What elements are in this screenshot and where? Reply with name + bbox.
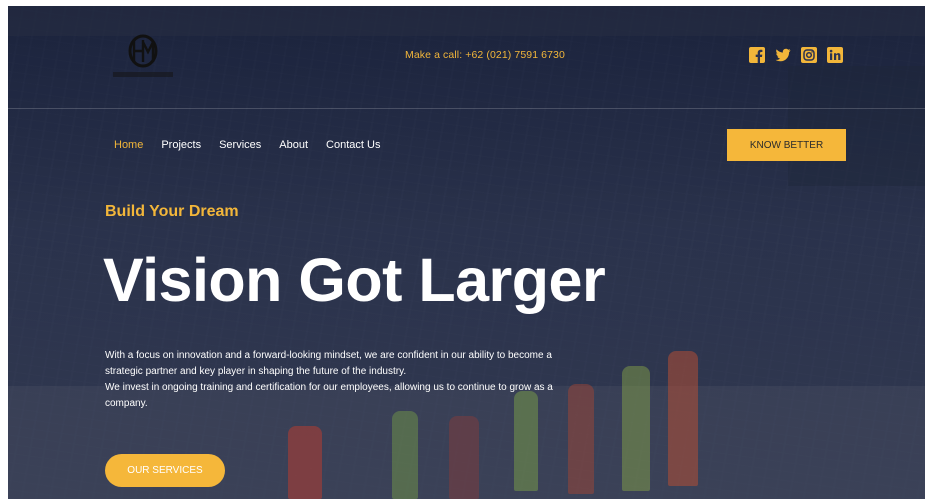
instagram-icon xyxy=(801,47,817,63)
hero-tagline: Build Your Dream xyxy=(105,203,239,220)
linkedin-link[interactable] xyxy=(827,47,843,63)
nav-item-home[interactable]: Home xyxy=(114,139,143,151)
social-links xyxy=(749,47,843,63)
nav-item-contact-us[interactable]: Contact Us xyxy=(326,139,380,151)
hero-paragraph: With a focus on innovation and a forward… xyxy=(105,350,552,377)
call-info[interactable]: Make a call: +62 (021) 7591 6730 xyxy=(405,49,565,61)
instagram-link[interactable] xyxy=(801,47,817,63)
our-services-button[interactable]: OUR SERVICES xyxy=(105,454,225,487)
worker-silhouette xyxy=(568,384,594,494)
nav-item-projects[interactable]: Projects xyxy=(161,139,201,151)
main-nav: Home Projects Services About Contact Us xyxy=(114,139,380,151)
company-logo[interactable] xyxy=(111,32,175,84)
header-divider xyxy=(8,108,925,109)
nav-item-about[interactable]: About xyxy=(279,139,308,151)
nav-item-services[interactable]: Services xyxy=(219,139,261,151)
hero-section: Make a call: +62 (021) 7591 6730 Home Pr… xyxy=(8,6,925,499)
linkedin-icon xyxy=(827,47,843,63)
worker-silhouette xyxy=(449,416,479,499)
hero-paragraph: We invest in ongoing training and certif… xyxy=(105,382,553,409)
worker-silhouette xyxy=(668,351,698,486)
worker-silhouette xyxy=(288,426,322,499)
twitter-icon xyxy=(775,48,791,62)
hero-headline: Vision Got Larger xyxy=(103,246,606,314)
know-better-button[interactable]: KNOW BETTER xyxy=(727,129,846,161)
worker-silhouette xyxy=(392,411,418,499)
background-structure xyxy=(788,66,925,186)
twitter-link[interactable] xyxy=(775,47,791,63)
hero-description: With a focus on innovation and a forward… xyxy=(105,348,565,412)
facebook-icon xyxy=(749,47,765,63)
facebook-link[interactable] xyxy=(749,47,765,63)
worker-silhouette xyxy=(622,366,650,491)
logo-mark-icon xyxy=(113,34,173,77)
